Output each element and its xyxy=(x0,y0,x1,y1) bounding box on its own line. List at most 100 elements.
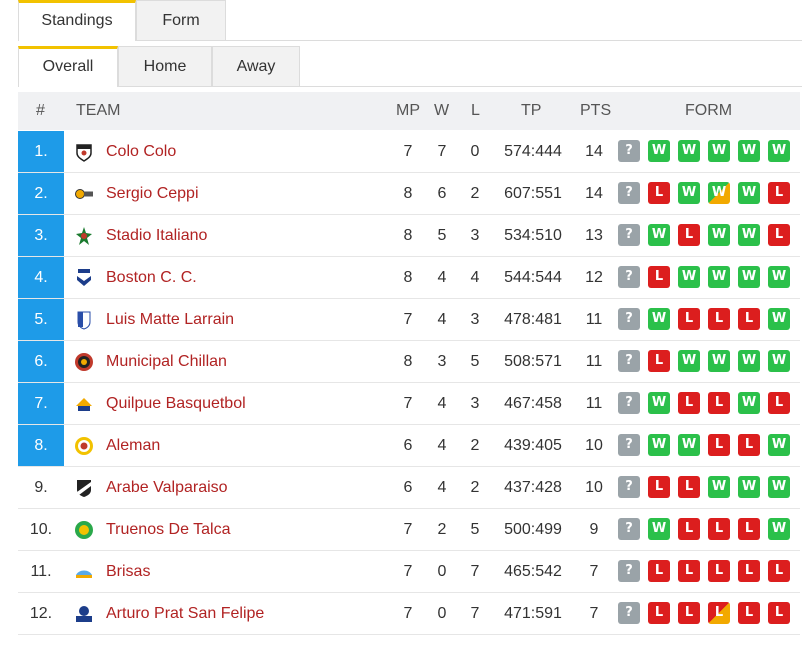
form-badge-loss[interactable]: L xyxy=(678,476,700,498)
form-badge-loss[interactable]: L xyxy=(678,560,700,582)
form-badge-next-match[interactable]: ? xyxy=(618,518,640,540)
team-link[interactable]: Boston C. C. xyxy=(106,257,197,298)
form-badge-win[interactable]: W xyxy=(708,140,730,162)
form-badge-loss[interactable]: L xyxy=(768,392,790,414)
form-badge-win[interactable]: W xyxy=(768,518,790,540)
form-badge-loss[interactable]: L xyxy=(678,392,700,414)
form-badge-loss-live[interactable]: L xyxy=(708,602,730,624)
form-badge-win[interactable]: W xyxy=(738,392,760,414)
form-badge-win[interactable]: W xyxy=(678,140,700,162)
form-badge-win[interactable]: W xyxy=(768,140,790,162)
form-badge-win[interactable]: W xyxy=(708,266,730,288)
form-badge-loss[interactable]: L xyxy=(708,560,730,582)
form-badge-win[interactable]: W xyxy=(738,476,760,498)
form-badge-win[interactable]: W xyxy=(678,182,700,204)
losses-cell: 3 xyxy=(470,395,480,412)
form-badge-win[interactable]: W xyxy=(648,434,670,456)
form-badge-loss[interactable]: L xyxy=(738,434,760,456)
form-badge-next-match[interactable]: ? xyxy=(618,266,640,288)
form-badge-win[interactable]: W xyxy=(768,476,790,498)
form-badge-win-live[interactable]: W xyxy=(708,182,730,204)
form-badge-loss[interactable]: L xyxy=(678,518,700,540)
form-badge-next-match[interactable]: ? xyxy=(618,602,640,624)
tab-home[interactable]: Home xyxy=(118,46,212,86)
form-badge-next-match[interactable]: ? xyxy=(618,434,640,456)
form-badge-win[interactable]: W xyxy=(708,224,730,246)
rank-cell: 3. xyxy=(18,215,64,256)
col-mp: MP xyxy=(396,102,420,119)
form-badge-win[interactable]: W xyxy=(768,434,790,456)
form-badge-next-match[interactable]: ? xyxy=(618,350,640,372)
tab-standings[interactable]: Standings xyxy=(18,0,136,41)
form-badge-win[interactable]: W xyxy=(738,350,760,372)
form-badge-win[interactable]: W xyxy=(648,224,670,246)
form-badge-win[interactable]: W xyxy=(648,392,670,414)
form-badge-loss[interactable]: L xyxy=(708,392,730,414)
form-badge-loss[interactable]: L xyxy=(738,308,760,330)
matches-played-cell: 7 xyxy=(403,563,413,580)
team-link[interactable]: Brisas xyxy=(106,551,150,592)
form-badge-loss[interactable]: L xyxy=(708,308,730,330)
form-badge-win[interactable]: W xyxy=(648,140,670,162)
team-link[interactable]: Aleman xyxy=(106,425,160,466)
form-badge-loss[interactable]: L xyxy=(678,308,700,330)
form-badge-loss[interactable]: L xyxy=(768,182,790,204)
standings-table: 1. Colo Colo 7 7 0 574:444 14? W W W W W 2. Sergio Ce… xyxy=(18,131,800,635)
form-badge-win[interactable]: W xyxy=(738,266,760,288)
form-badge-win[interactable]: W xyxy=(708,476,730,498)
form-badge-loss[interactable]: L xyxy=(648,182,670,204)
form-badge-loss[interactable]: L xyxy=(648,476,670,498)
form-badge-loss[interactable]: L xyxy=(738,602,760,624)
team-link[interactable]: Stadio Italiano xyxy=(106,215,207,256)
form-badge-loss[interactable]: L xyxy=(768,224,790,246)
form-badge-loss[interactable]: L xyxy=(738,560,760,582)
team-link[interactable]: Arturo Prat San Felipe xyxy=(106,593,264,634)
form-badge-next-match[interactable]: ? xyxy=(618,182,640,204)
form-badge-win[interactable]: W xyxy=(678,350,700,372)
form-badge-loss[interactable]: L xyxy=(708,518,730,540)
form-badge-next-match[interactable]: ? xyxy=(618,560,640,582)
form-badge-win[interactable]: W xyxy=(708,350,730,372)
tab-overall[interactable]: Overall xyxy=(18,46,118,87)
form-badge-loss[interactable]: L xyxy=(708,434,730,456)
form-badge-loss[interactable]: L xyxy=(678,602,700,624)
losses-cell: 0 xyxy=(470,143,480,160)
form-badge-loss[interactable]: L xyxy=(648,560,670,582)
table-row: 2. Sergio Ceppi 8 6 2 607:551 14? L W W W L xyxy=(18,173,800,215)
tab-away[interactable]: Away xyxy=(212,46,300,86)
form-badge-loss[interactable]: L xyxy=(768,560,790,582)
form-badge-next-match[interactable]: ? xyxy=(618,308,640,330)
team-link[interactable]: Arabe Valparaiso xyxy=(106,467,228,508)
form-badge-loss[interactable]: L xyxy=(678,224,700,246)
form-badge-win[interactable]: W xyxy=(738,140,760,162)
form-badge-next-match[interactable]: ? xyxy=(618,476,640,498)
points-cell: 14 xyxy=(585,143,603,160)
team-link[interactable]: Quilpue Basquetbol xyxy=(106,383,246,424)
form-badge-win[interactable]: W xyxy=(678,434,700,456)
team-link[interactable]: Sergio Ceppi xyxy=(106,173,199,214)
col-tp: TP xyxy=(521,102,542,119)
matches-played-cell: 7 xyxy=(403,395,413,412)
form-badge-win[interactable]: W xyxy=(738,224,760,246)
form-badge-next-match[interactable]: ? xyxy=(618,392,640,414)
form-badge-loss[interactable]: L xyxy=(738,518,760,540)
form-badge-loss[interactable]: L xyxy=(648,350,670,372)
table-row: 12. Arturo Prat San Felipe 7 0 7 471:591 7? L L L… xyxy=(18,593,800,635)
form-badge-loss[interactable]: L xyxy=(648,602,670,624)
form-badge-win[interactable]: W xyxy=(768,266,790,288)
team-link[interactable]: Luis Matte Larrain xyxy=(106,299,234,340)
form-badge-win[interactable]: W xyxy=(678,266,700,288)
form-badge-next-match[interactable]: ? xyxy=(618,224,640,246)
form-badge-loss[interactable]: L xyxy=(768,602,790,624)
form-badge-win[interactable]: W xyxy=(768,350,790,372)
form-badge-win[interactable]: W xyxy=(648,308,670,330)
tab-form[interactable]: Form xyxy=(136,0,226,40)
form-badge-win[interactable]: W xyxy=(768,308,790,330)
team-link[interactable]: Colo Colo xyxy=(106,131,176,172)
team-link[interactable]: Municipal Chillan xyxy=(106,341,227,382)
team-link[interactable]: Truenos De Talca xyxy=(106,509,231,550)
form-badge-win[interactable]: W xyxy=(648,518,670,540)
form-badge-win[interactable]: W xyxy=(738,182,760,204)
form-badge-loss[interactable]: L xyxy=(648,266,670,288)
form-badge-next-match[interactable]: ? xyxy=(618,140,640,162)
